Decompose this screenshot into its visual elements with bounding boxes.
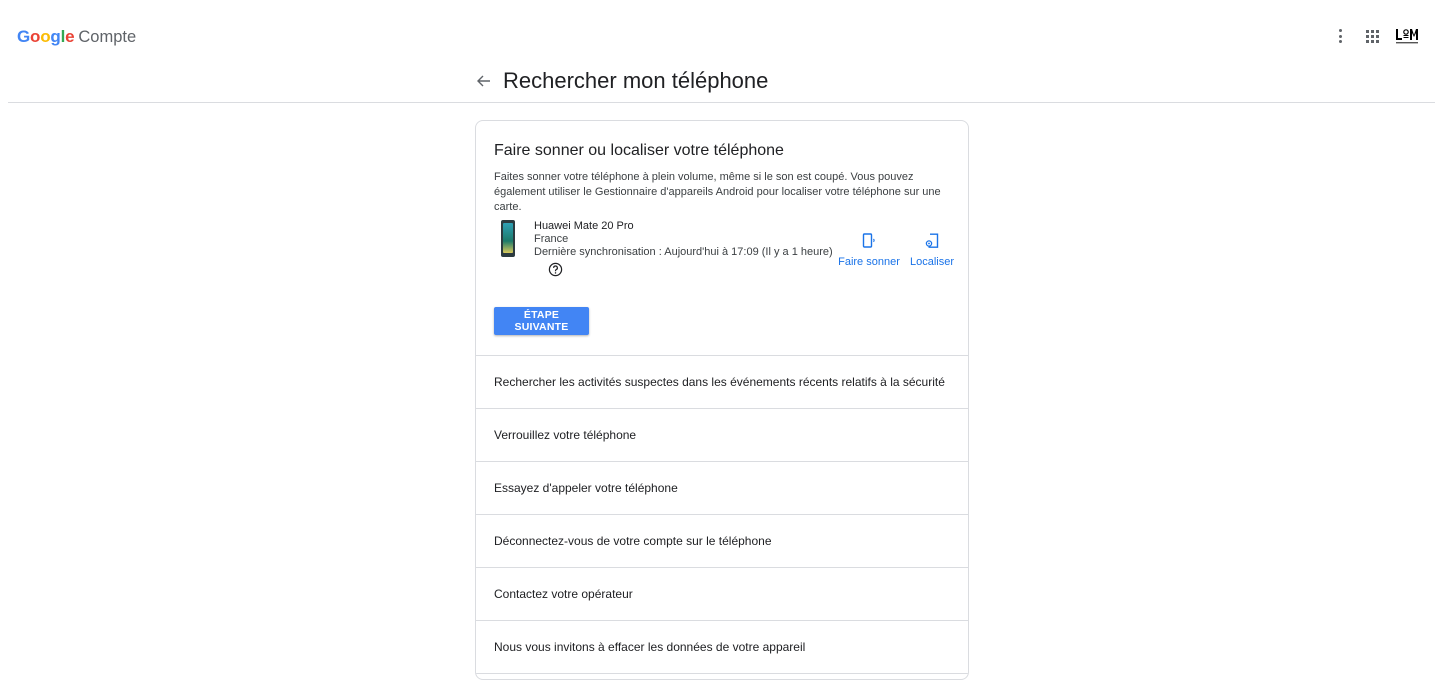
logo-letter: e bbox=[65, 27, 75, 46]
locate-phone-label: Localiser bbox=[909, 256, 955, 268]
step-row-contact-carrier[interactable]: Contactez votre opérateur bbox=[476, 568, 968, 621]
header-divider bbox=[8, 102, 1435, 103]
account-avatar[interactable] bbox=[1395, 26, 1419, 46]
locate-phone-button[interactable]: Localiser bbox=[905, 233, 959, 268]
device-actions: Faire sonner Localiser bbox=[833, 233, 959, 268]
ring-phone-button[interactable]: Faire sonner bbox=[833, 233, 905, 268]
page-title: Rechercher mon téléphone bbox=[503, 68, 769, 93]
apps-grid-icon[interactable] bbox=[1355, 26, 1389, 46]
step-row-sign-out[interactable]: Déconnectez-vous de votre compte sur le … bbox=[476, 515, 968, 568]
phone-image bbox=[501, 220, 515, 257]
device-info: Huawei Mate 20 Pro France Dernière synch… bbox=[534, 220, 834, 277]
logo-letter: o bbox=[40, 27, 51, 46]
product-name: Compte bbox=[78, 28, 137, 46]
section-description: Faites sonner votre téléphone à plein vo… bbox=[494, 171, 941, 213]
step-row-lock-phone[interactable]: Verrouillez votre téléphone bbox=[476, 409, 968, 462]
locate-phone-icon bbox=[925, 233, 939, 248]
ring-locate-section: Faire sonner ou localiser votre téléphon… bbox=[476, 121, 968, 356]
next-step-button[interactable]: ÉTAPE SUIVANTE bbox=[494, 307, 589, 335]
google-account-logo[interactable]: Google Compte bbox=[17, 27, 136, 47]
section-title: Faire sonner ou localiser votre téléphon… bbox=[494, 142, 784, 159]
find-phone-card: Faire sonner ou localiser votre téléphon… bbox=[475, 120, 969, 680]
page-header: Rechercher mon téléphone bbox=[474, 68, 768, 94]
device-last-sync: Dernière synchronisation : Aujourd'hui à… bbox=[534, 246, 833, 258]
header-actions bbox=[1325, 26, 1419, 46]
logo-letter: G bbox=[17, 27, 31, 46]
device-country: France bbox=[534, 233, 569, 245]
logo-letter: g bbox=[50, 27, 61, 46]
logo-letter: o bbox=[30, 27, 41, 46]
more-vert-icon[interactable] bbox=[1325, 26, 1355, 46]
top-bar: Google Compte bbox=[0, 0, 1435, 70]
arrow-back-icon[interactable] bbox=[474, 71, 494, 91]
device-name: Huawei Mate 20 Pro bbox=[534, 220, 634, 232]
ring-phone-label: Faire sonner bbox=[838, 256, 900, 268]
step-row-erase-device[interactable]: Nous vous invitons à effacer les données… bbox=[476, 621, 968, 674]
step-row-call-phone[interactable]: Essayez d'appeler votre téléphone bbox=[476, 462, 968, 515]
ring-phone-icon bbox=[862, 233, 875, 248]
help-icon[interactable] bbox=[548, 262, 563, 277]
google-wordmark: Google bbox=[17, 27, 75, 47]
step-row-suspicious-activity[interactable]: Rechercher les activités suspectes dans … bbox=[476, 356, 968, 409]
